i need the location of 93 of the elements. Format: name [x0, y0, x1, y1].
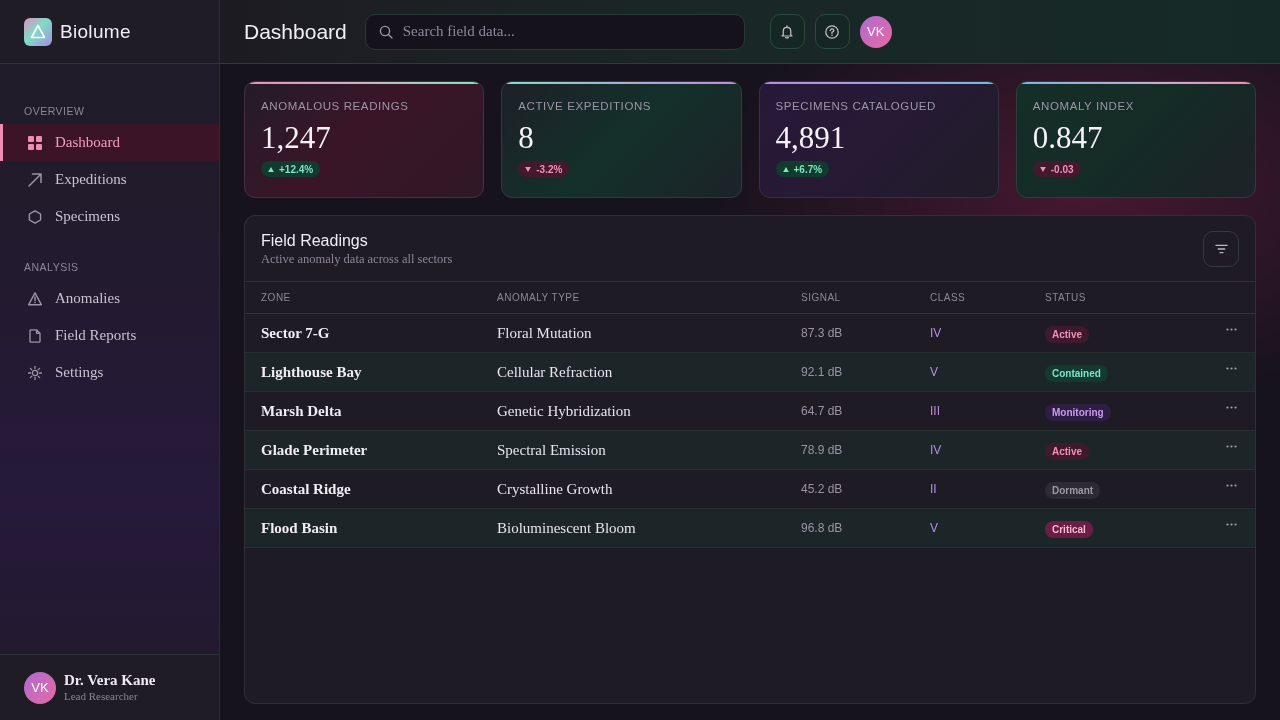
row-menu-button[interactable] [1225, 406, 1237, 409]
change-value: -0.03 [1050, 163, 1074, 175]
triangle-up-icon [268, 166, 274, 172]
brand-name: Biolume [60, 20, 131, 43]
nav-item[interactable]: Settings [0, 354, 219, 391]
stat-label: SPECIMENS CATALOGUED [775, 99, 936, 114]
row-menu-button[interactable] [1225, 445, 1237, 448]
table-title: Field Readings [261, 231, 368, 251]
help-button[interactable] [814, 14, 850, 49]
anomaly-type: Crystalline Growth [497, 480, 613, 498]
anomaly-type: Spectral Emission [497, 441, 606, 459]
change-value: +12.4% [279, 163, 314, 175]
change-value: +6.7% [793, 163, 823, 175]
user-role: Lead Researcher [64, 689, 138, 703]
change-value: -3.2% [536, 163, 563, 175]
user-avatar: VK [24, 671, 56, 704]
logo-icon [24, 17, 52, 46]
column-header: ANOMALY TYPE [497, 292, 580, 303]
settings-icon [28, 365, 42, 380]
stat-value: 8 [518, 121, 534, 155]
stat-value: 4,891 [775, 121, 846, 155]
nav-item[interactable]: Dashboard [0, 124, 219, 161]
notifications-button[interactable] [769, 14, 805, 49]
stat-label: ANOMALOUS READINGS [261, 99, 409, 114]
page-title: Dashboard [244, 19, 347, 44]
more-icon [1225, 406, 1237, 409]
column-header: SIGNAL [801, 292, 841, 303]
zone-name: Glade Perimeter [261, 441, 368, 459]
user-name: Dr. Vera Kane [64, 672, 156, 689]
filter-icon [1214, 243, 1228, 254]
signal-reading: 92.1 dB [801, 365, 843, 379]
status-label: Active [1045, 325, 1089, 343]
filter-button[interactable] [1203, 230, 1239, 267]
zone-name: Marsh Delta [261, 402, 342, 420]
row-menu-button[interactable] [1225, 328, 1237, 331]
column-header: ZONE [261, 292, 291, 303]
search-field[interactable]: Search field data... [364, 13, 745, 50]
signal-reading: 45.2 dB [801, 482, 843, 496]
stat-value: 0.847 [1032, 121, 1103, 155]
anomaly-class: V [930, 521, 938, 535]
zone-name: Flood Basin [261, 519, 338, 537]
nav-item[interactable]: Anomalies [0, 280, 219, 317]
anomaly-type: Genetic Hybridization [497, 402, 631, 420]
triangle-down-icon [525, 166, 532, 172]
zone-name: Coastal Ridge [261, 480, 351, 498]
anomaly-type: Bioluminescent Bloom [497, 519, 636, 537]
grid-icon [28, 135, 42, 150]
column-header: CLASS [930, 292, 966, 303]
signal-reading: 87.3 dB [801, 326, 843, 340]
nav-item[interactable]: Expeditions [0, 161, 219, 198]
anomaly-class: III [930, 404, 940, 418]
more-icon [1225, 484, 1237, 487]
anomaly-type: Cellular Refraction [497, 363, 613, 381]
stat-value: 1,247 [261, 121, 331, 155]
nav-item[interactable]: Specimens [0, 198, 219, 235]
triangle-up-icon [782, 166, 789, 172]
more-icon [1225, 445, 1237, 448]
anomaly-class: IV [930, 443, 942, 457]
stat-label: ACTIVE EXPEDITIONS [518, 99, 652, 114]
help-icon [825, 24, 840, 39]
column-header: STATUS [1045, 292, 1086, 303]
anomaly-class: V [930, 365, 938, 379]
status-label: Monitoring [1045, 403, 1111, 421]
nav-item[interactable]: Field Reports [0, 317, 219, 354]
search-icon [378, 24, 393, 39]
status-label: Active [1045, 442, 1089, 460]
hexagon-icon [28, 209, 42, 224]
status-label: Dormant [1045, 481, 1101, 499]
document-icon [28, 328, 42, 343]
status-label: Critical [1045, 520, 1093, 538]
row-menu-button[interactable] [1225, 523, 1237, 526]
more-icon [1225, 328, 1237, 331]
anomaly-class: IV [930, 326, 942, 340]
signal-reading: 96.8 dB [801, 521, 843, 535]
row-menu-button[interactable] [1225, 484, 1237, 487]
zone-name: Lighthouse Bay [261, 363, 362, 381]
bell-icon [780, 24, 795, 39]
warning-icon [28, 291, 42, 306]
table-subtitle: Active anomaly data across all sectors [261, 251, 453, 267]
status-label: Contained [1045, 364, 1108, 382]
anomaly-type: Floral Mutation [497, 324, 592, 342]
signal-reading: 78.9 dB [801, 443, 843, 457]
row-menu-button[interactable] [1225, 367, 1237, 370]
triangle-down-icon [1039, 166, 1046, 172]
arrow-up-right-icon [28, 172, 42, 187]
stat-label: ANOMALY INDEX [1032, 99, 1135, 114]
section-title: ANALYSIS [24, 260, 79, 274]
section-title: OVERVIEW [24, 104, 85, 118]
more-icon [1225, 367, 1237, 370]
zone-name: Sector 7-G [261, 324, 330, 342]
more-icon [1225, 523, 1237, 526]
signal-reading: 64.7 dB [801, 404, 843, 418]
anomaly-class: II [930, 482, 937, 496]
